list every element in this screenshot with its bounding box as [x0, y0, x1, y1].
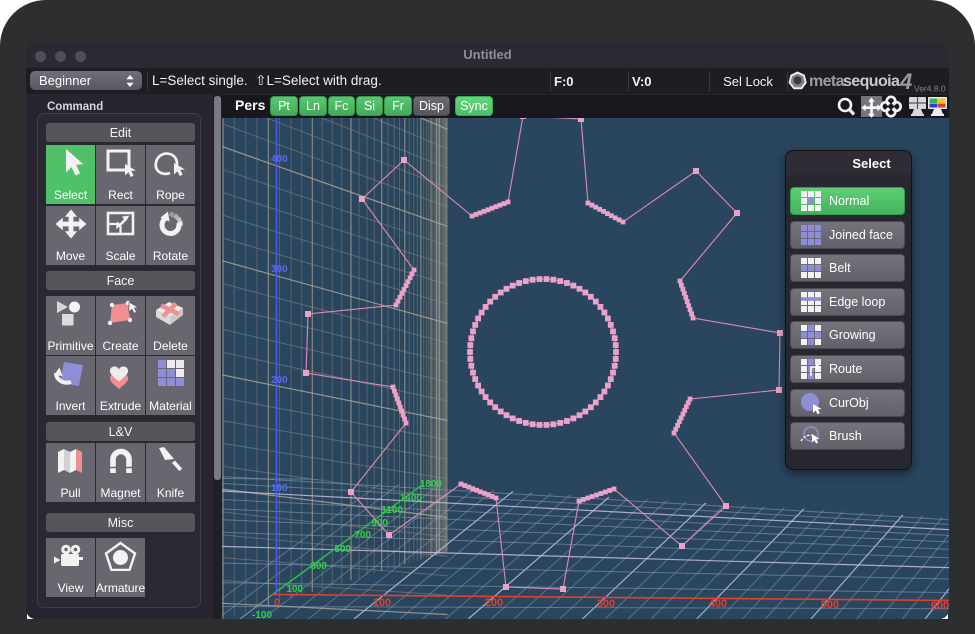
svg-text:1800: 1800	[420, 479, 443, 490]
svg-text:300: 300	[310, 561, 327, 572]
svg-text:4: 4	[899, 71, 912, 94]
svg-text:100: 100	[286, 584, 303, 595]
svg-text:sequoia: sequoia	[843, 73, 900, 90]
svg-text:100: 100	[373, 597, 391, 609]
svg-text:400: 400	[271, 154, 288, 165]
svg-text:200: 200	[271, 375, 288, 386]
svg-text:Ver4.8.0: Ver4.8.0	[914, 84, 946, 94]
svg-text:1400: 1400	[400, 493, 423, 504]
svg-text:500: 500	[334, 544, 351, 555]
svg-text:-100: -100	[252, 610, 272, 619]
svg-text:0: 0	[274, 597, 280, 609]
svg-text:meta: meta	[809, 73, 845, 90]
svg-text:300: 300	[271, 264, 288, 275]
svg-text:700: 700	[354, 530, 371, 541]
svg-text:200: 200	[485, 597, 503, 609]
svg-text:900: 900	[371, 518, 388, 529]
svg-text:500: 500	[821, 599, 839, 611]
svg-text:300: 300	[597, 598, 615, 610]
svg-text:100: 100	[271, 483, 288, 494]
svg-text:400: 400	[709, 598, 727, 610]
svg-text:1100: 1100	[381, 505, 403, 516]
svg-text:600: 600	[931, 600, 949, 612]
